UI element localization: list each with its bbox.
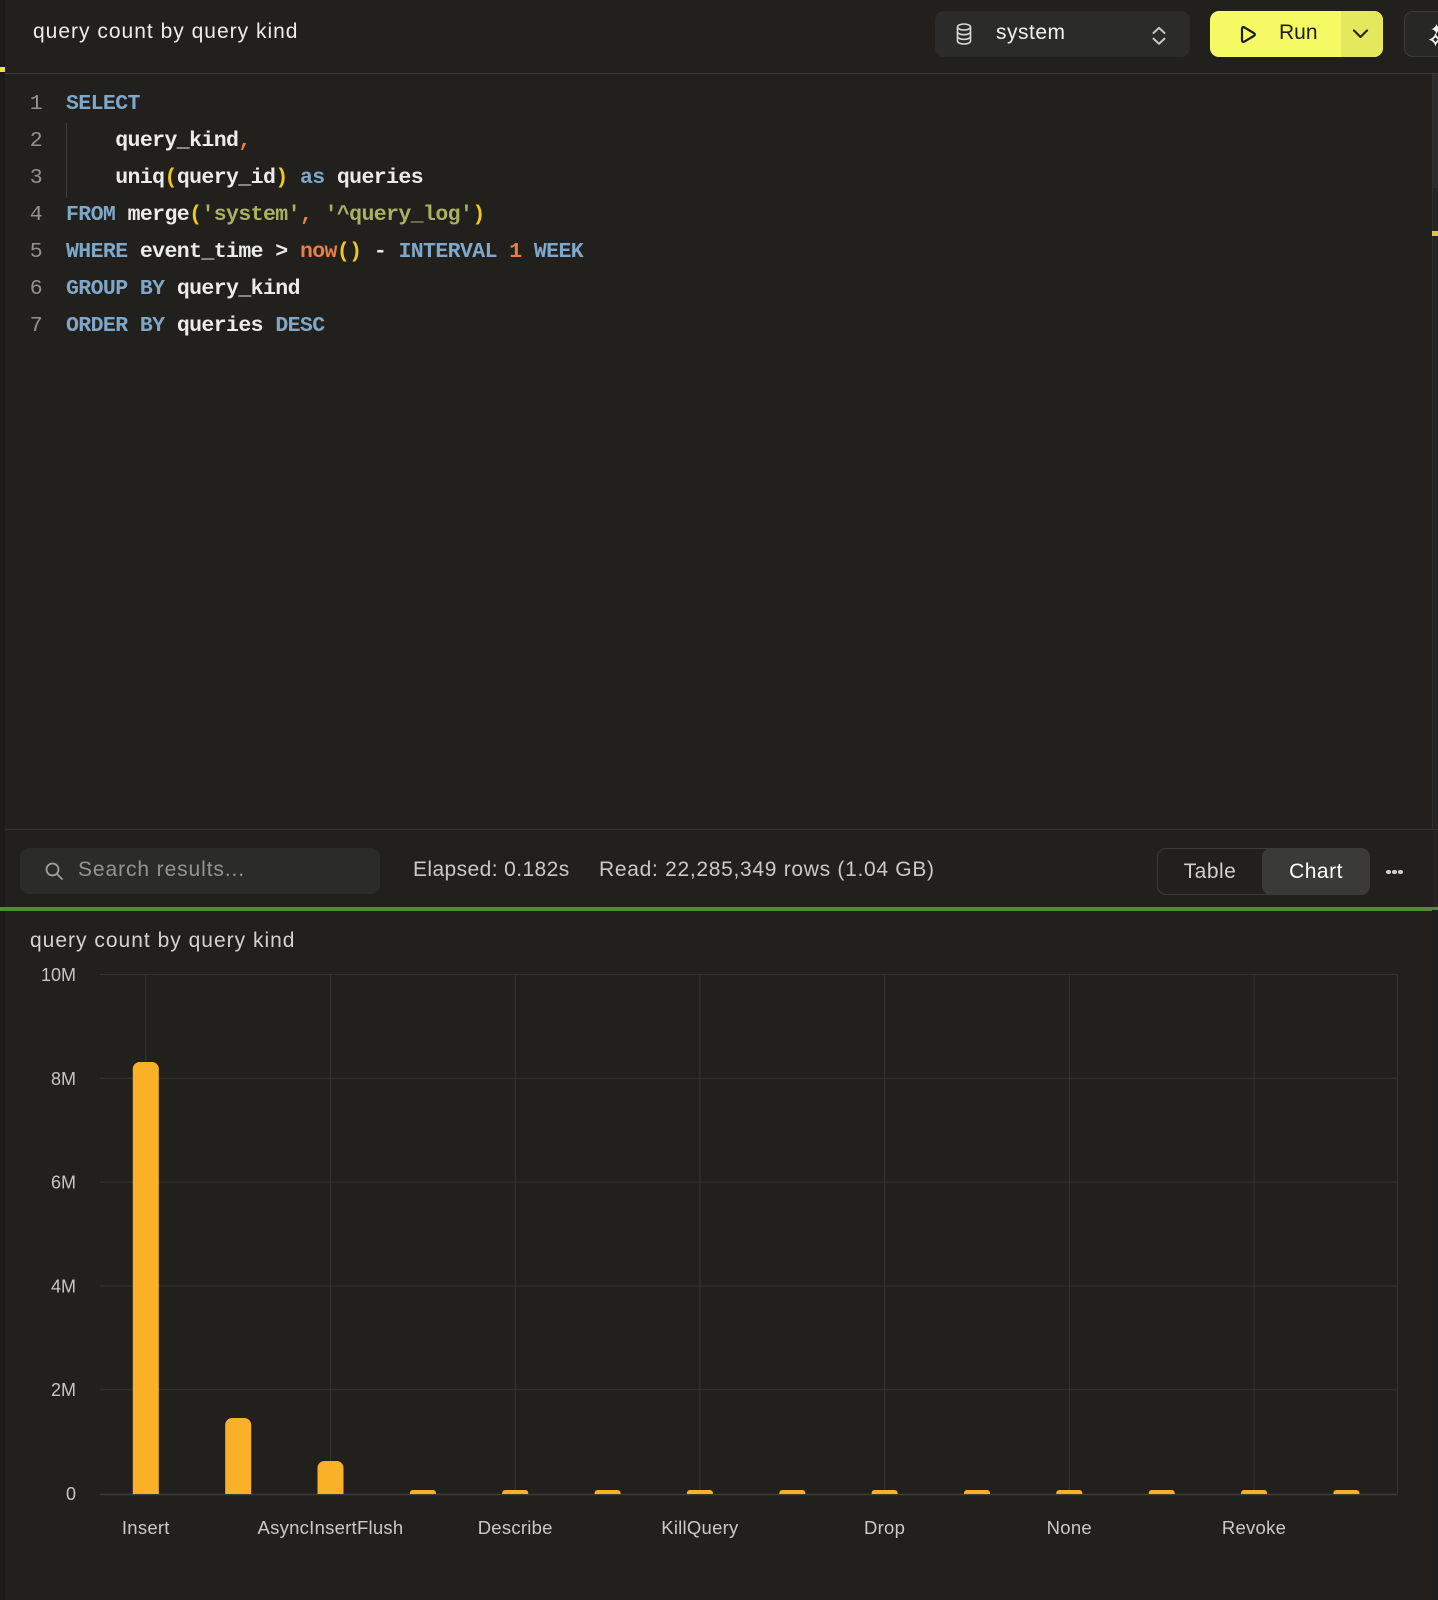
svg-text:Revoke: Revoke	[1222, 1517, 1286, 1538]
svg-text:AsyncInsertFlush: AsyncInsertFlush	[258, 1517, 404, 1538]
svg-text:KillQuery: KillQuery	[661, 1517, 739, 1538]
svg-text:4M: 4M	[51, 1276, 76, 1296]
svg-text:8M: 8M	[51, 1069, 76, 1089]
svg-text:Drop: Drop	[864, 1517, 905, 1538]
svg-text:6M: 6M	[51, 1173, 76, 1193]
svg-text:Insert: Insert	[122, 1517, 170, 1538]
svg-text:Describe: Describe	[478, 1517, 553, 1538]
svg-text:2M: 2M	[51, 1380, 76, 1400]
svg-text:None: None	[1047, 1517, 1092, 1538]
svg-text:0: 0	[66, 1484, 76, 1504]
svg-text:10M: 10M	[41, 965, 76, 985]
